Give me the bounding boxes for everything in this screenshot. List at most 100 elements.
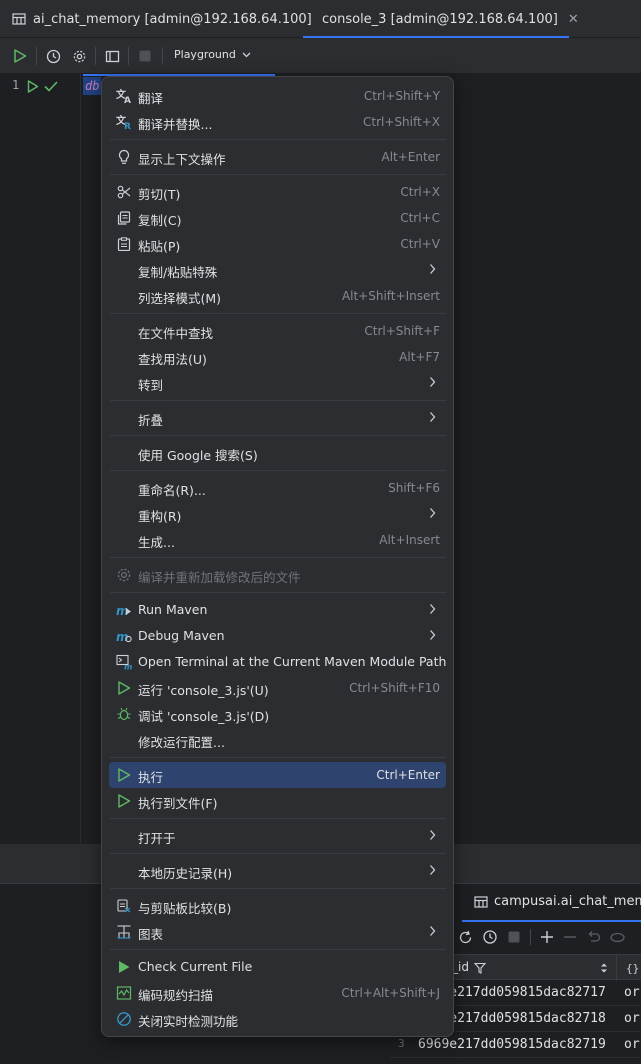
menu-item-refactor[interactable]: 重构(R) bbox=[109, 501, 446, 527]
cell-extra[interactable]: or bbox=[624, 1011, 640, 1026]
check-icon bbox=[44, 81, 58, 92]
menu-item-show-context-actions[interactable]: 显示上下文操作 Alt+Enter bbox=[109, 144, 446, 170]
menu-item-debug-console[interactable]: 调试 'console_3.js'(D) bbox=[109, 701, 446, 727]
menu-item-code-scan[interactable]: 编码规约扫描 Ctrl+Alt+Shift+J bbox=[109, 980, 446, 1006]
chevron-right-icon bbox=[430, 926, 436, 936]
menu-item-cut[interactable]: 剪切(T) Ctrl+X bbox=[109, 179, 446, 205]
menu-separator bbox=[110, 139, 446, 140]
check-file-icon bbox=[116, 959, 132, 975]
scissors-icon bbox=[116, 184, 132, 200]
run-line-icon[interactable] bbox=[27, 80, 39, 93]
clock-icon bbox=[46, 49, 60, 63]
menu-item-translate[interactable]: 文A 翻译 Ctrl+Shift+Y bbox=[109, 83, 446, 109]
execute-button[interactable] bbox=[11, 47, 29, 65]
tab-console-3[interactable]: console_3 [admin@192.168.64.100] ✕ bbox=[303, 0, 579, 38]
tab-ai-chat-memory[interactable]: ai_chat_memory [admin@192.168.64.100] bbox=[12, 0, 312, 38]
chevron-right-icon bbox=[430, 604, 436, 614]
chevron-right-icon bbox=[430, 508, 436, 518]
menu-item-run-maven[interactable]: m Run Maven bbox=[109, 597, 446, 623]
cell-extra[interactable]: or bbox=[624, 985, 640, 1000]
chevron-right-icon bbox=[430, 865, 436, 875]
menu-item-debug-maven[interactable]: m Debug Maven bbox=[109, 623, 446, 649]
layout-button[interactable] bbox=[103, 47, 121, 65]
terminal-maven-icon: m bbox=[116, 654, 132, 670]
refresh-icon[interactable] bbox=[458, 930, 473, 945]
cell-id[interactable]: 6969e217dd059815dac82719 bbox=[418, 1037, 606, 1052]
editor-context-menu: 文A 翻译 Ctrl+Shift+Y 文R 翻译并替换... Ctrl+Shif… bbox=[101, 76, 454, 1037]
history-button[interactable] bbox=[44, 47, 62, 65]
diagram-icon bbox=[116, 924, 132, 940]
menu-item-open-in[interactable]: 打开于 bbox=[109, 823, 446, 849]
menu-item-local-history[interactable]: 本地历史记录(H) bbox=[109, 858, 446, 884]
menu-separator bbox=[110, 435, 446, 436]
stop-icon[interactable] bbox=[507, 930, 521, 944]
menu-item-disable-realtime-check[interactable]: 关闭实时检测功能 bbox=[109, 1006, 446, 1032]
menu-item-modify-run-config[interactable]: 修改运行配置... bbox=[109, 727, 446, 753]
stop-icon bbox=[139, 50, 151, 62]
menu-item-execute-to-file[interactable]: 执行到文件(F) bbox=[109, 788, 446, 814]
menu-item-folding[interactable]: 折叠 bbox=[109, 405, 446, 431]
svg-text:R: R bbox=[124, 122, 131, 130]
menu-separator bbox=[110, 174, 446, 175]
filter-icon[interactable] bbox=[474, 962, 486, 974]
column-header-label: _id bbox=[452, 960, 469, 974]
panel-layout-icon bbox=[105, 50, 119, 62]
menu-separator bbox=[110, 470, 446, 471]
playground-dropdown[interactable]: Playground bbox=[174, 48, 251, 61]
menu-separator bbox=[110, 557, 446, 558]
menu-item-translate-replace[interactable]: 文R 翻译并替换... Ctrl+Shift+X bbox=[109, 109, 446, 135]
cell-extra[interactable]: or bbox=[624, 1037, 640, 1052]
sort-icon[interactable] bbox=[600, 962, 608, 974]
table-icon bbox=[12, 13, 26, 25]
menu-item-execute[interactable]: 执行 Ctrl+Enter bbox=[109, 762, 446, 788]
menu-item-copy-paste-special[interactable]: 复制/粘贴特殊 bbox=[109, 257, 446, 283]
remove-row-icon[interactable] bbox=[563, 930, 577, 944]
menu-item-run-console[interactable]: 运行 'console_3.js'(U) Ctrl+Shift+F10 bbox=[109, 675, 446, 701]
menu-item-open-terminal-maven[interactable]: m Open Terminal at the Current Maven Mod… bbox=[109, 649, 446, 675]
compare-clipboard-icon bbox=[116, 898, 132, 914]
menu-item-column-selection[interactable]: 列选择模式(M) Alt+Shift+Insert bbox=[109, 283, 446, 309]
menu-item-find-in-files[interactable]: 在文件中查找 Ctrl+Shift+F bbox=[109, 318, 446, 344]
menu-item-compare-clipboard[interactable]: 与剪贴板比较(B) bbox=[109, 893, 446, 919]
gear-icon bbox=[73, 50, 85, 62]
code-scan-icon bbox=[116, 985, 132, 1001]
menu-separator bbox=[110, 400, 446, 401]
menu-item-generate[interactable]: 生成... Alt+Insert bbox=[109, 527, 446, 553]
undo-icon[interactable] bbox=[586, 930, 601, 944]
menu-item-find-usages[interactable]: 查找用法(U) Alt+F7 bbox=[109, 344, 446, 370]
row-number: 3 bbox=[398, 1037, 405, 1050]
history-icon[interactable] bbox=[482, 929, 498, 945]
toolbar-divider bbox=[95, 47, 96, 65]
execute-icon bbox=[116, 767, 132, 783]
menu-separator bbox=[110, 888, 446, 889]
menu-item-diagrams[interactable]: 图表 bbox=[109, 919, 446, 945]
add-row-icon[interactable] bbox=[540, 930, 554, 944]
menu-separator bbox=[110, 757, 446, 758]
svg-text:A: A bbox=[124, 96, 131, 104]
close-tab-icon[interactable]: ✕ bbox=[568, 12, 579, 27]
toolbar-divider bbox=[162, 47, 163, 65]
results-tab-label: campusai.ai_chat_memory bbox=[494, 894, 641, 909]
chevron-down-icon bbox=[242, 52, 251, 57]
menu-separator bbox=[110, 853, 446, 854]
toolbar-divider bbox=[128, 47, 129, 65]
settings-button[interactable] bbox=[70, 47, 88, 65]
playground-label: Playground bbox=[174, 48, 236, 61]
results-tab[interactable]: campusai.ai_chat_memory bbox=[461, 894, 641, 922]
menu-item-check-current-file[interactable]: Check Current File bbox=[109, 954, 446, 980]
menu-item-paste[interactable]: 粘贴(P) Ctrl+V bbox=[109, 231, 446, 257]
svg-text:{}: {} bbox=[626, 962, 639, 975]
menu-item-goto[interactable]: 转到 bbox=[109, 370, 446, 396]
run-icon bbox=[14, 49, 27, 63]
preview-icon[interactable] bbox=[610, 930, 625, 945]
code-token[interactable]: db bbox=[83, 77, 102, 95]
toolbar-divider bbox=[530, 929, 531, 945]
menu-item-copy[interactable]: 复制(C) Ctrl+C bbox=[109, 205, 446, 231]
stop-button[interactable] bbox=[136, 47, 154, 65]
copy-icon bbox=[116, 210, 132, 226]
editor-tab-bar: ai_chat_memory [admin@192.168.64.100] co… bbox=[0, 0, 641, 38]
menu-item-rename[interactable]: 重命名(R)... Shift+F6 bbox=[109, 475, 446, 501]
chevron-right-icon bbox=[430, 830, 436, 840]
menu-item-google-search[interactable]: 使用 Google 搜索(S) bbox=[109, 440, 446, 466]
gutter-divider bbox=[80, 74, 81, 843]
